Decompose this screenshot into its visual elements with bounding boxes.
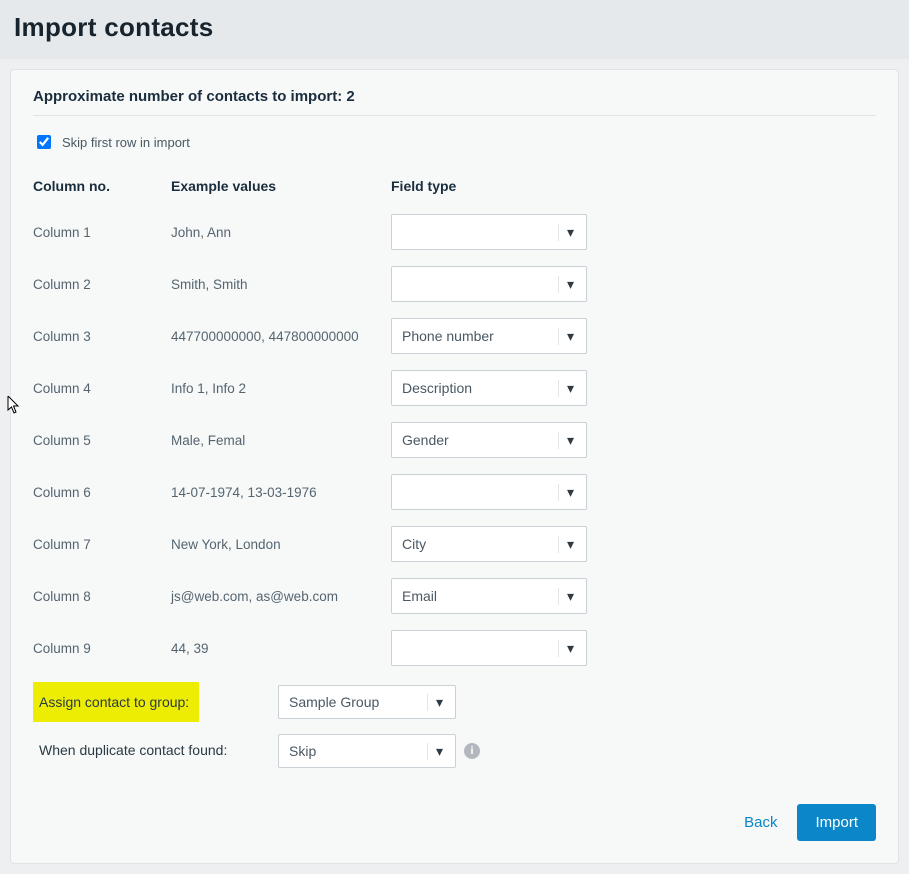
column-number: Column 8	[33, 589, 171, 604]
info-icon[interactable]: i	[464, 743, 480, 759]
column-number: Column 2	[33, 277, 171, 292]
assign-group-value: Sample Group	[289, 694, 427, 710]
header-field-type: Field type	[391, 178, 591, 194]
field-type-value: Email	[402, 588, 558, 604]
field-type-value: Description	[402, 380, 558, 396]
skip-first-row-checkbox[interactable]	[37, 135, 51, 149]
column-number: Column 6	[33, 485, 171, 500]
chevron-down-icon: ▾	[427, 694, 445, 711]
chevron-down-icon: ▾	[558, 484, 576, 501]
example-values: 44, 39	[171, 641, 391, 656]
chevron-down-icon: ▾	[558, 328, 576, 345]
column-number: Column 7	[33, 537, 171, 552]
table-row: Column 944, 39 ▾	[33, 630, 593, 666]
divider	[33, 115, 876, 116]
chevron-down-icon: ▾	[558, 276, 576, 293]
column-number: Column 4	[33, 381, 171, 396]
skip-first-row-checkbox-row[interactable]: Skip first row in import	[33, 132, 876, 152]
table-row: Column 3447700000000, 447800000000Phone …	[33, 318, 593, 354]
field-type-select[interactable]: ▾	[391, 214, 587, 250]
table-row: Column 5Male, FemalGender▾	[33, 422, 593, 458]
assign-group-select[interactable]: Sample Group ▾	[278, 685, 456, 719]
skip-first-row-label: Skip first row in import	[62, 135, 190, 150]
column-mapping-table: Column no. Example values Field type Col…	[33, 178, 593, 666]
table-header: Column no. Example values Field type	[33, 178, 593, 194]
import-panel: Approximate number of contacts to import…	[10, 69, 899, 864]
field-type-select[interactable]: ▾	[391, 266, 587, 302]
field-type-value: Phone number	[402, 328, 558, 344]
example-values: 14-07-1974, 13-03-1976	[171, 485, 391, 500]
chevron-down-icon: ▾	[558, 536, 576, 553]
field-type-select[interactable]: City▾	[391, 526, 587, 562]
table-row: Column 1John, Ann ▾	[33, 214, 593, 250]
header-column-no: Column no.	[33, 178, 171, 194]
summary-count: 2	[346, 88, 354, 105]
column-number: Column 5	[33, 433, 171, 448]
example-values: Smith, Smith	[171, 277, 391, 292]
chevron-down-icon: ▾	[427, 743, 445, 760]
assign-group-label: Assign contact to group:	[33, 682, 199, 722]
field-type-select[interactable]: Description▾	[391, 370, 587, 406]
header-example-values: Example values	[171, 178, 391, 194]
table-row: Column 4Info 1, Info 2Description▾	[33, 370, 593, 406]
field-type-select[interactable]: Gender▾	[391, 422, 587, 458]
summary-line: Approximate number of contacts to import…	[33, 88, 876, 105]
duplicate-label: When duplicate contact found:	[33, 742, 227, 758]
example-values: New York, London	[171, 537, 391, 552]
field-type-select[interactable]: ▾	[391, 474, 587, 510]
duplicate-action-value: Skip	[289, 743, 427, 759]
field-type-select[interactable]: ▾	[391, 630, 587, 666]
back-button[interactable]: Back	[740, 806, 781, 839]
column-number: Column 9	[33, 641, 171, 656]
table-row: Column 614-07-1974, 13-03-1976 ▾	[33, 474, 593, 510]
table-row: Column 2Smith, Smith ▾	[33, 266, 593, 302]
field-type-value: City	[402, 536, 558, 552]
field-type-value: Gender	[402, 432, 558, 448]
field-type-select[interactable]: Phone number▾	[391, 318, 587, 354]
chevron-down-icon: ▾	[558, 588, 576, 605]
field-type-select[interactable]: Email▾	[391, 578, 587, 614]
example-values: js@web.com, as@web.com	[171, 589, 391, 604]
example-values: John, Ann	[171, 225, 391, 240]
column-number: Column 3	[33, 329, 171, 344]
example-values: Info 1, Info 2	[171, 381, 391, 396]
mouse-cursor-icon	[7, 396, 21, 414]
chevron-down-icon: ▾	[558, 640, 576, 657]
example-values: Male, Femal	[171, 433, 391, 448]
example-values: 447700000000, 447800000000	[171, 329, 391, 344]
table-row: Column 7New York, LondonCity▾	[33, 526, 593, 562]
chevron-down-icon: ▾	[558, 380, 576, 397]
duplicate-action-select[interactable]: Skip ▾	[278, 734, 456, 768]
chevron-down-icon: ▾	[558, 432, 576, 449]
page-title: Import contacts	[14, 12, 895, 43]
chevron-down-icon: ▾	[558, 224, 576, 241]
summary-prefix: Approximate number of contacts to import…	[33, 88, 346, 105]
column-number: Column 1	[33, 225, 171, 240]
table-row: Column 8js@web.com, as@web.comEmail▾	[33, 578, 593, 614]
import-button[interactable]: Import	[797, 804, 876, 841]
